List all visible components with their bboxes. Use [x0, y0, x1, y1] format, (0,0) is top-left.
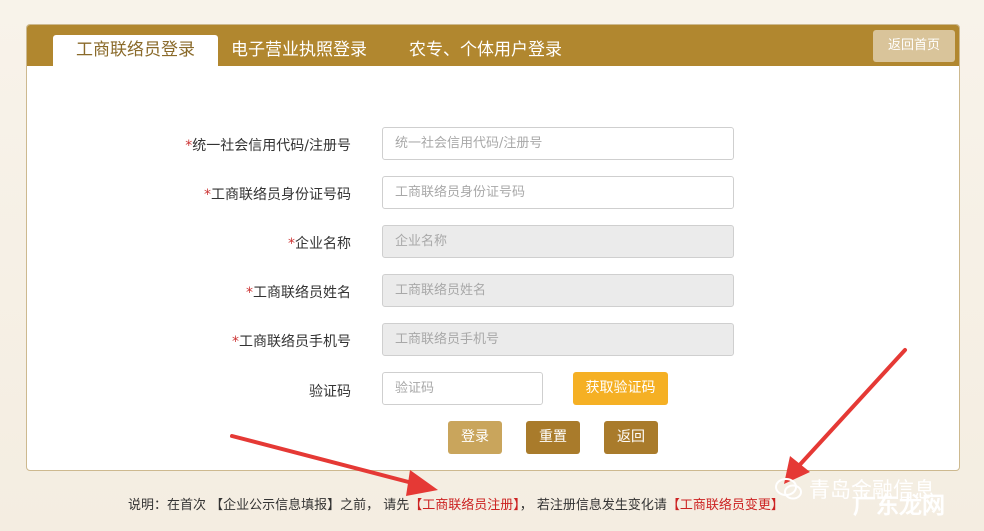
login-button[interactable]: 登录 — [448, 421, 502, 454]
tab-bar: 工商联络员登录 电子营业执照登录 农专、个体用户登录 返回首页 — [27, 25, 959, 66]
back-button[interactable]: 返回 — [604, 421, 658, 454]
captcha-input[interactable] — [382, 372, 543, 405]
required-mark: * — [288, 236, 295, 252]
liaison-phone-input — [382, 323, 734, 356]
credit-code-input[interactable] — [382, 127, 734, 160]
liaison-name-label-text: 工商联络员姓名 — [253, 285, 351, 301]
credit-code-label-text: 统一社会信用代码/注册号 — [192, 138, 351, 154]
notice-prefix: 说明：在首次 【企业公示信息填报】之前， 请先 — [128, 498, 410, 513]
page: 工商联络员登录 电子营业执照登录 农专、个体用户登录 返回首页 *统一社会信用代… — [0, 0, 984, 531]
captcha-label: 验证码 — [309, 384, 351, 400]
required-mark: * — [232, 334, 239, 350]
tab-e-license-login[interactable]: 电子营业执照登录 — [231, 35, 367, 66]
get-captcha-button[interactable]: 获取验证码 — [573, 372, 668, 405]
liaison-name-label: *工商联络员姓名 — [246, 282, 351, 302]
liaison-phone-label-text: 工商联络员手机号 — [239, 334, 351, 350]
credit-code-label: *统一社会信用代码/注册号 — [185, 135, 351, 155]
required-mark: * — [246, 285, 253, 301]
notice-middle: ， 若注册信息发生变化请 — [519, 498, 667, 513]
tab-liaison-login[interactable]: 工商联络员登录 — [53, 35, 218, 66]
back-home-button[interactable]: 返回首页 — [873, 30, 955, 62]
watermark-text-2: 广东龙网 — [853, 493, 945, 519]
reset-button[interactable]: 重置 — [526, 421, 580, 454]
tab-farmer-individual-login[interactable]: 农专、个体用户登录 — [409, 35, 562, 66]
watermark: 青岛金融信息 广东龙网 — [775, 470, 975, 530]
required-mark: * — [204, 187, 211, 203]
company-name-label-text: 企业名称 — [295, 236, 351, 252]
id-number-label: *工商联络员身份证号码 — [204, 184, 351, 204]
liaison-phone-label: *工商联络员手机号 — [232, 331, 351, 351]
company-name-input — [382, 225, 734, 258]
liaison-register-link[interactable]: 【工商联络员注册】 — [409, 498, 520, 513]
wechat-icon — [775, 478, 802, 500]
liaison-name-input — [382, 274, 734, 307]
company-name-label: *企业名称 — [288, 233, 351, 253]
id-number-input[interactable] — [382, 176, 734, 209]
id-number-label-text: 工商联络员身份证号码 — [211, 187, 351, 203]
login-panel: 工商联络员登录 电子营业执照登录 农专、个体用户登录 返回首页 *统一社会信用代… — [26, 24, 960, 471]
liaison-change-link[interactable]: 【工商联络员变更】 — [667, 498, 784, 513]
notice-text: 说明：在首次 【企业公示信息填报】之前， 请先【工商联络员注册】， 若注册信息发… — [128, 494, 784, 513]
